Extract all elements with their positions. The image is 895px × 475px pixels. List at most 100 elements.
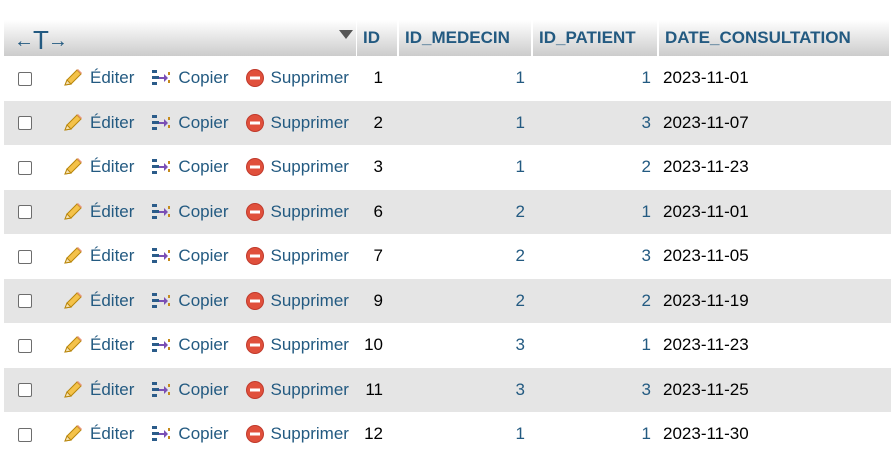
row-actions-cell: Éditer Copier Supprimer bbox=[4, 323, 357, 368]
cell-date-consultation: 2023-11-25 bbox=[659, 367, 891, 412]
delete-icon bbox=[245, 202, 265, 222]
cell-id-patient[interactable]: 1 bbox=[533, 412, 659, 457]
edit-label: Éditer bbox=[90, 290, 135, 310]
cell-id: 3 bbox=[357, 145, 399, 190]
table-row: Éditer Copier Supprimer 11 3 3 2023-11-25 bbox=[4, 367, 891, 412]
edit-button[interactable]: Éditer bbox=[62, 380, 134, 400]
row-checkbox[interactable] bbox=[18, 294, 32, 309]
row-actions-cell: Éditer Copier Supprimer bbox=[4, 412, 357, 457]
pencil-icon bbox=[62, 202, 84, 222]
row-checkbox[interactable] bbox=[18, 205, 32, 220]
edit-button[interactable]: Éditer bbox=[62, 335, 134, 355]
cell-id-patient[interactable]: 2 bbox=[533, 145, 659, 190]
edit-button[interactable]: Éditer bbox=[62, 68, 134, 88]
delete-button[interactable]: Supprimer bbox=[245, 380, 349, 400]
row-checkbox[interactable] bbox=[18, 338, 32, 353]
cell-id-patient[interactable]: 1 bbox=[533, 323, 659, 368]
cell-date-consultation: 2023-11-07 bbox=[659, 100, 891, 145]
cell-id-medecin[interactable]: 2 bbox=[399, 278, 533, 323]
column-toggle-arrows[interactable]: ←T→ bbox=[10, 25, 68, 55]
delete-label: Supprimer bbox=[270, 246, 349, 266]
tee-icon: T bbox=[33, 24, 49, 55]
cell-id-patient[interactable]: 1 bbox=[533, 56, 659, 101]
cell-date-consultation: 2023-11-19 bbox=[659, 278, 891, 323]
delete-button[interactable]: Supprimer bbox=[245, 291, 349, 311]
edit-button[interactable]: Éditer bbox=[62, 157, 134, 177]
delete-button[interactable]: Supprimer bbox=[245, 68, 349, 88]
cell-date-consultation: 2023-11-01 bbox=[659, 189, 891, 234]
delete-button[interactable]: Supprimer bbox=[245, 157, 349, 177]
cell-date-consultation: 2023-11-23 bbox=[659, 323, 891, 368]
cell-id: 6 bbox=[357, 189, 399, 234]
copy-icon bbox=[150, 335, 172, 355]
cell-id-patient[interactable]: 3 bbox=[533, 367, 659, 412]
edit-button[interactable]: Éditer bbox=[62, 291, 134, 311]
copy-button[interactable]: Copier bbox=[150, 335, 229, 355]
copy-button[interactable]: Copier bbox=[150, 246, 229, 266]
pencil-icon bbox=[62, 68, 84, 88]
column-header-date-consultation[interactable]: DATE_CONSULTATION bbox=[659, 20, 891, 56]
cell-id: 9 bbox=[357, 278, 399, 323]
delete-button[interactable]: Supprimer bbox=[245, 113, 349, 133]
row-checkbox[interactable] bbox=[18, 427, 32, 442]
table-row: Éditer Copier Supprimer 3 1 2 2023-11-23 bbox=[4, 145, 891, 190]
copy-button[interactable]: Copier bbox=[150, 68, 229, 88]
delete-icon bbox=[245, 246, 265, 266]
results-table: ←T→ ID ID_MEDECIN ID_PATIENT DATE_CONSUL… bbox=[4, 20, 891, 457]
delete-icon bbox=[245, 424, 265, 444]
table-row: Éditer Copier Supprimer 2 1 3 2023-11-07 bbox=[4, 100, 891, 145]
copy-label: Copier bbox=[178, 335, 229, 355]
edit-button[interactable]: Éditer bbox=[62, 424, 134, 444]
table-row: Éditer Copier Supprimer 10 3 1 2023-11-23 bbox=[4, 323, 891, 368]
delete-label: Supprimer bbox=[270, 424, 349, 444]
edit-label: Éditer bbox=[90, 157, 135, 177]
column-header-id[interactable]: ID bbox=[357, 20, 399, 56]
delete-button[interactable]: Supprimer bbox=[245, 424, 349, 444]
copy-button[interactable]: Copier bbox=[150, 201, 229, 222]
cell-id-patient[interactable]: 3 bbox=[533, 234, 659, 279]
cell-id-medecin[interactable]: 1 bbox=[399, 412, 533, 457]
copy-button[interactable]: Copier bbox=[150, 157, 229, 177]
cell-id-medecin[interactable]: 1 bbox=[399, 145, 533, 190]
edit-label: Éditer bbox=[90, 112, 135, 132]
delete-button[interactable]: Supprimer bbox=[245, 246, 349, 266]
row-checkbox[interactable] bbox=[18, 383, 32, 398]
cell-id-medecin[interactable]: 2 bbox=[399, 234, 533, 279]
cell-id-medecin[interactable]: 1 bbox=[399, 100, 533, 145]
row-actions-cell: Éditer Copier Supprimer bbox=[4, 100, 357, 145]
delete-button[interactable]: Supprimer bbox=[245, 202, 349, 222]
cell-id-medecin[interactable]: 2 bbox=[399, 189, 533, 234]
column-header-id-patient[interactable]: ID_PATIENT bbox=[533, 20, 659, 56]
row-checkbox[interactable] bbox=[18, 249, 32, 264]
cell-id-medecin[interactable]: 3 bbox=[399, 367, 533, 412]
copy-icon bbox=[150, 202, 172, 222]
cell-id-patient[interactable]: 2 bbox=[533, 278, 659, 323]
edit-button[interactable]: Éditer bbox=[62, 202, 134, 222]
sort-caret-icon[interactable] bbox=[339, 30, 353, 39]
cell-id-medecin[interactable]: 1 bbox=[399, 56, 533, 101]
row-checkbox[interactable] bbox=[18, 160, 32, 175]
column-header-id-medecin[interactable]: ID_MEDECIN bbox=[399, 20, 533, 56]
row-checkbox[interactable] bbox=[18, 116, 32, 131]
edit-button[interactable]: Éditer bbox=[62, 113, 134, 133]
edit-label: Éditer bbox=[90, 68, 135, 88]
copy-label: Copier bbox=[178, 68, 229, 88]
edit-button[interactable]: Éditer bbox=[62, 246, 134, 266]
cell-id-medecin[interactable]: 3 bbox=[399, 323, 533, 368]
arrow-left-icon: ← bbox=[14, 29, 34, 52]
copy-label: Copier bbox=[178, 201, 229, 221]
pencil-icon bbox=[62, 157, 84, 177]
row-checkbox[interactable] bbox=[18, 71, 32, 86]
delete-icon bbox=[245, 380, 265, 400]
row-actions-cell: Éditer Copier Supprimer bbox=[4, 234, 357, 279]
cell-id-patient[interactable]: 3 bbox=[533, 100, 659, 145]
copy-button[interactable]: Copier bbox=[150, 291, 229, 311]
copy-button[interactable]: Copier bbox=[150, 380, 229, 400]
copy-button[interactable]: Copier bbox=[150, 424, 229, 444]
delete-icon bbox=[245, 291, 265, 311]
delete-button[interactable]: Supprimer bbox=[245, 335, 349, 355]
copy-icon bbox=[150, 380, 172, 400]
copy-button[interactable]: Copier bbox=[150, 113, 229, 133]
row-actions-cell: Éditer Copier Supprimer bbox=[4, 56, 357, 101]
cell-id-patient[interactable]: 1 bbox=[533, 189, 659, 234]
